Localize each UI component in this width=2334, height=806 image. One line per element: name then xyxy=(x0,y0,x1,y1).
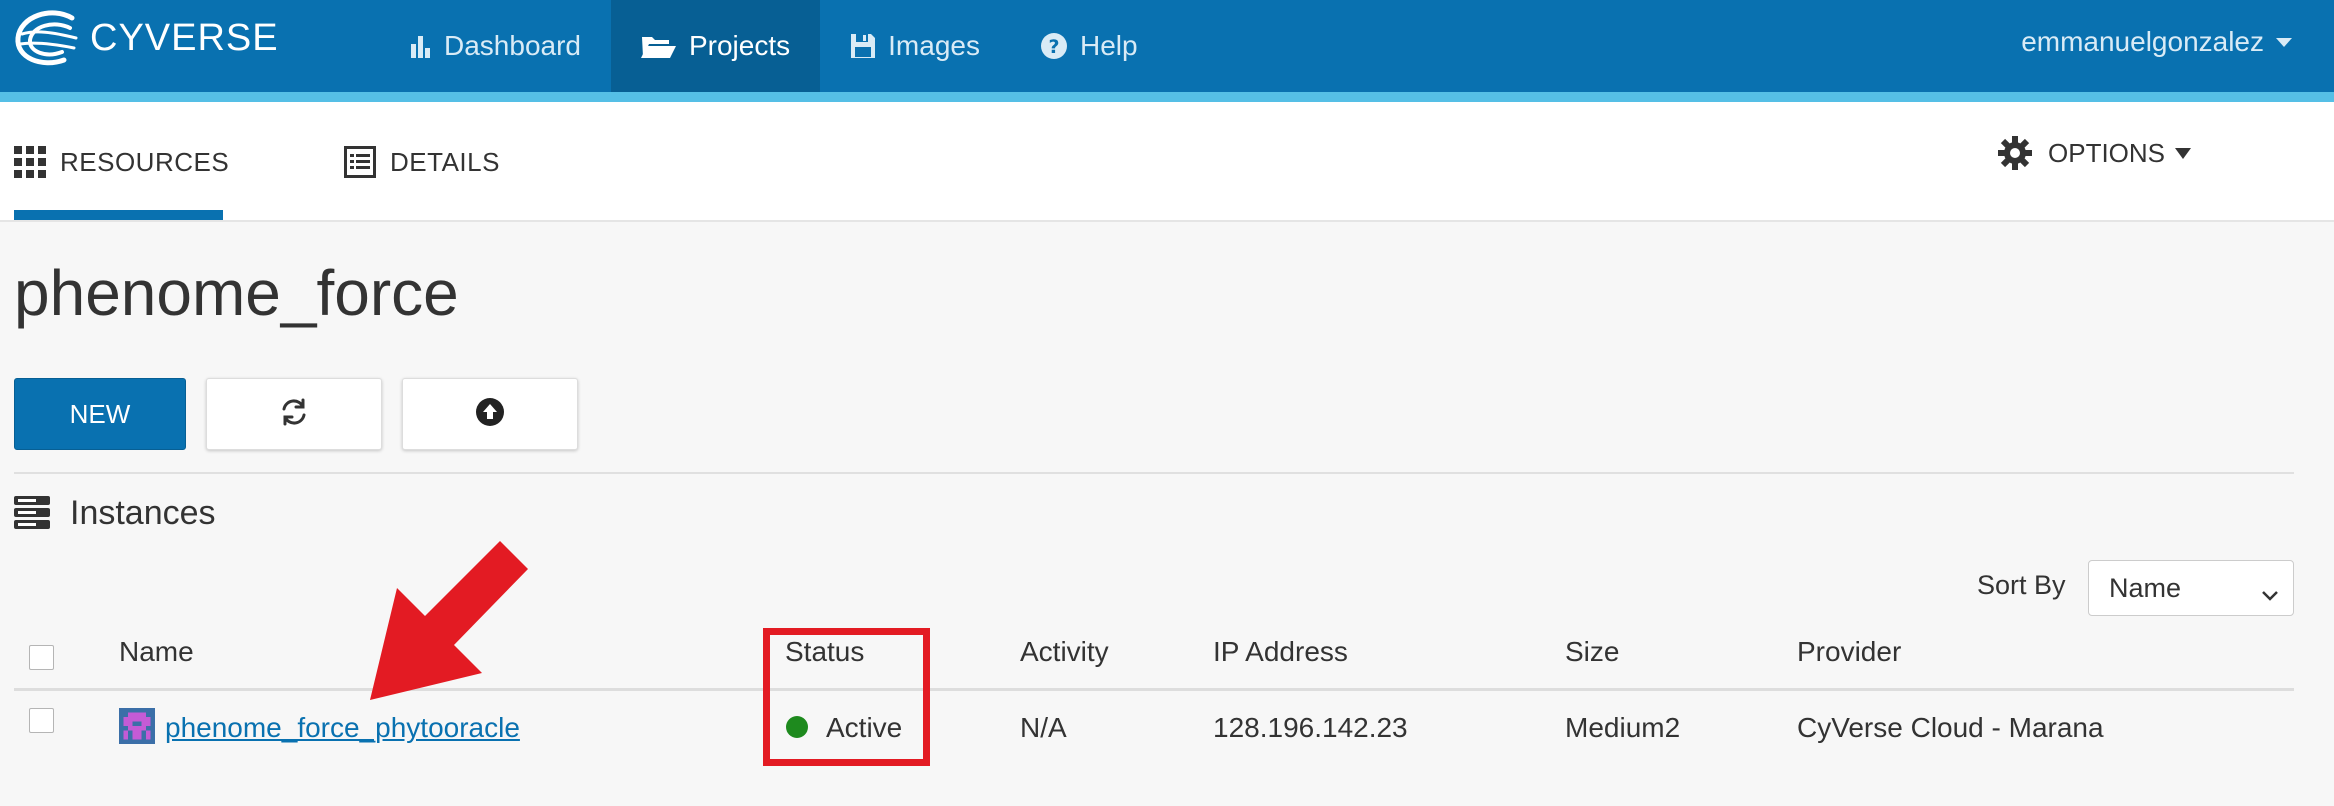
sort-by-select[interactable]: Name xyxy=(2088,560,2294,616)
arrow-circle-up-icon xyxy=(475,397,505,432)
svg-text:?: ? xyxy=(1048,36,1059,58)
red-annotation-arrow xyxy=(370,541,528,700)
instance-size: Medium2 xyxy=(1565,712,1681,743)
header-stripe xyxy=(0,92,2334,102)
bar-chart-icon xyxy=(410,34,432,58)
caret-down-icon xyxy=(2175,147,2192,159)
floppy-disk-icon xyxy=(850,33,876,59)
table-header-rule xyxy=(14,688,2294,691)
tab-details[interactable]: DETAILS xyxy=(344,102,500,222)
nav-projects[interactable]: Projects xyxy=(610,0,821,92)
instance-ip-address: 128.196.142.23 xyxy=(1213,712,1408,743)
project-title: phenome_force xyxy=(14,257,459,329)
server-icon xyxy=(14,496,50,530)
list-alt-icon xyxy=(344,146,376,178)
nav-projects-label: Projects xyxy=(688,30,791,61)
refresh-icon xyxy=(279,397,309,432)
main-nav: Dashboard Projects Images ? Help xyxy=(380,0,1168,92)
tab-details-label: DETAILS xyxy=(390,146,500,177)
new-resource-button[interactable]: NEW xyxy=(14,378,186,450)
upload-button[interactable] xyxy=(402,378,578,450)
options-menu[interactable]: OPTIONS xyxy=(1998,102,2192,204)
grid-icon xyxy=(14,146,46,178)
active-tab-indicator xyxy=(14,210,223,220)
column-header-name[interactable]: Name xyxy=(119,636,194,668)
nav-help[interactable]: ? Help xyxy=(1010,0,1168,92)
tab-resources[interactable]: RESOURCES xyxy=(14,102,229,222)
chevron-down-icon xyxy=(2261,579,2279,610)
nav-images[interactable]: Images xyxy=(820,0,1010,92)
instance-provider: CyVerse Cloud - Marana xyxy=(1797,712,2104,743)
cyverse-logo[interactable]: CYVERSE xyxy=(12,8,279,68)
instance-name-link[interactable]: phenome_force_phytooracle xyxy=(165,712,520,744)
row-select-checkbox[interactable] xyxy=(29,708,54,733)
sort-by-value: Name xyxy=(2109,572,2182,603)
refresh-button[interactable] xyxy=(206,378,382,450)
nav-images-label: Images xyxy=(888,30,980,61)
instance-avatar-icon xyxy=(119,708,155,744)
nav-dashboard[interactable]: Dashboard xyxy=(380,0,611,92)
instances-section-title: Instances xyxy=(70,493,216,532)
username: emmanuelgonzalez xyxy=(2021,26,2264,57)
gear-icon xyxy=(1998,136,2032,170)
brand-name: CYVERSE xyxy=(90,16,279,59)
sort-by-label: Sort By xyxy=(1977,570,2066,600)
column-header-activity[interactable]: Activity xyxy=(1020,636,1109,668)
top-navbar: CYVERSE Dashboard Projects Images ? Help xyxy=(0,0,2334,92)
tab-resources-label: RESOURCES xyxy=(60,146,230,177)
nav-dashboard-label: Dashboard xyxy=(444,30,581,61)
project-tab-bar: RESOURCES DETAILS OPTIONS xyxy=(0,102,2334,222)
section-divider xyxy=(14,472,2294,474)
instances-section-header: Instances xyxy=(14,490,216,536)
folder-open-icon xyxy=(640,33,677,59)
question-circle-icon: ? xyxy=(1040,32,1068,60)
column-header-provider[interactable]: Provider xyxy=(1797,636,1901,668)
cyverse-swirl-icon xyxy=(15,10,78,66)
instance-activity: N/A xyxy=(1020,712,1067,743)
select-all-checkbox[interactable] xyxy=(29,645,54,670)
column-header-ip-address[interactable]: IP Address xyxy=(1213,636,1348,668)
nav-help-label: Help xyxy=(1079,30,1138,61)
caret-down-icon xyxy=(2276,37,2292,47)
user-menu[interactable]: emmanuelgonzalez xyxy=(2021,0,2292,84)
instance-name[interactable]: phenome_force_phytooracle xyxy=(165,712,520,743)
column-header-size[interactable]: Size xyxy=(1565,636,1619,668)
options-label: OPTIONS xyxy=(2048,137,2166,168)
status-highlight-box xyxy=(763,628,930,766)
